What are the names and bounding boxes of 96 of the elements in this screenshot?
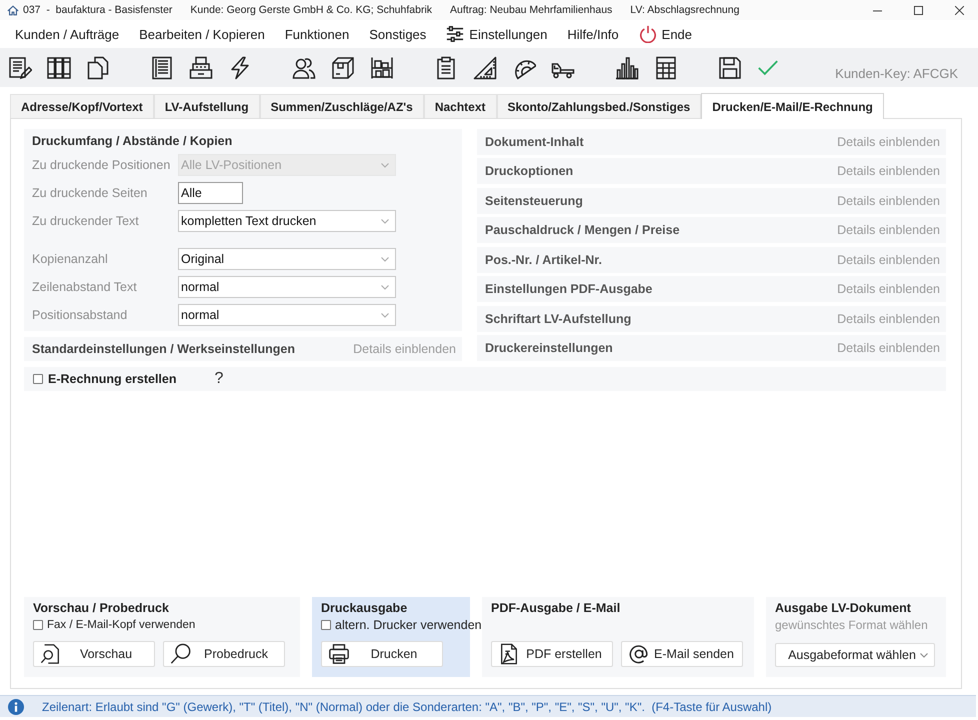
chevron-down-icon — [381, 312, 389, 318]
chevron-down-icon — [381, 162, 389, 168]
chevron-down-icon — [381, 256, 389, 262]
tab[interactable]: LV-Aufstellung — [154, 94, 260, 118]
section-header[interactable]: Seitensteuerung Details einblenden — [477, 188, 946, 214]
copy-icon[interactable] — [86, 56, 110, 80]
field-label: Zu druckende Seiten — [32, 186, 148, 200]
power-icon — [638, 25, 657, 43]
panel-title: Ausgabe LV-Dokument — [775, 600, 912, 617]
customer-key: Kunden-Key: AFCGK — [835, 66, 958, 81]
section-title: Druckereinstellungen — [485, 340, 613, 355]
calculator-icon[interactable] — [654, 56, 678, 80]
checkbox-label: E-Rechnung erstellen — [48, 372, 176, 386]
window-title: Auftrag: Neubau Mehrfamilienhaus — [450, 4, 612, 16]
pdf-document-icon — [498, 643, 520, 665]
people-icon[interactable] — [292, 56, 316, 80]
checkbox[interactable] — [321, 620, 331, 630]
document-magnifier-icon — [40, 643, 62, 665]
binders-icon[interactable] — [47, 56, 71, 80]
section-title: Dokument-Inhalt — [485, 135, 584, 149]
checkbox[interactable] — [33, 374, 43, 384]
menu-item[interactable]: Hilfe/Info — [560, 24, 626, 44]
section-header[interactable]: Einstellungen PDF-Ausgabe Details einblenden — [477, 276, 946, 302]
checkbox[interactable] — [33, 620, 43, 630]
action-button[interactable]: PDF erstellen — [491, 641, 613, 667]
panel-title: PDF-Ausgabe / E-Mail — [491, 600, 622, 617]
select-field[interactable]: Original — [178, 248, 396, 270]
panel-title: Vorschau / Probedruck — [33, 600, 170, 617]
close-icon[interactable] — [955, 6, 964, 14]
select-field[interactable]: normal — [178, 276, 396, 298]
hint-text: gewünschtes Format wählen — [775, 617, 929, 634]
section-header[interactable]: Druckoptionen Details einblenden — [477, 158, 946, 184]
section-header[interactable]: Druckereinstellungen Details einblenden — [477, 334, 946, 361]
select-field[interactable]: normal — [178, 304, 396, 326]
window-title: Kunde: Georg Gerste GmbH & Co. KG; Schuhfabrik — [190, 4, 432, 16]
panel-title: Druckumfang / Abstände / Kopien — [32, 133, 234, 150]
home-icon — [7, 4, 19, 16]
format-dropdown[interactable]: Ausgabeformat wählen — [775, 643, 935, 667]
section-title: Pauschaldruck / Mengen / Preise — [485, 223, 680, 238]
bar-chart-icon[interactable] — [615, 56, 639, 80]
menu-item[interactable]: Bearbeiten / Kopieren — [132, 24, 272, 44]
panel-title: Druckausgabe — [321, 600, 408, 617]
status-text: Zeilenart: Erlaubt sind "G" (Gewerk), "T" (Titel), "N" (Normal) oder die Sonderarten: "A", "B", "P", "E", "S", "U", "K". (F4-Taste für Auswahl) — [42, 700, 772, 714]
section-header[interactable]: Standardeinstellungen / Werkseinstellungen Details einblenden — [24, 337, 462, 361]
input-field[interactable]: Alle — [178, 182, 243, 204]
action-button[interactable]: Vorschau — [33, 641, 155, 667]
menu-item[interactable]: Sonstiges — [362, 24, 434, 44]
shelf-icon[interactable] — [370, 56, 394, 80]
at-sign-icon — [628, 643, 650, 665]
checkbox-label: altern. Drucker verwenden — [335, 618, 482, 632]
chevron-down-icon — [381, 284, 389, 290]
action-button[interactable]: Drucken — [321, 641, 443, 667]
save-icon[interactable] — [718, 56, 742, 80]
action-button[interactable]: Probedruck — [163, 641, 285, 667]
section-title: Pos.-Nr. / Artikel-Nr. — [485, 252, 602, 267]
section-header[interactable]: Dokument-Inhalt Details einblenden — [477, 129, 946, 155]
field-label: Positionsabstand — [32, 308, 128, 322]
section-title: Einstellungen PDF-Ausgabe — [485, 282, 652, 296]
chevron-down-icon — [920, 652, 928, 658]
printer-icon — [328, 643, 350, 665]
section-title: Standardeinstellungen / Werkseinstellungen — [32, 342, 296, 356]
magnifier-icon — [170, 643, 192, 665]
tab[interactable]: Summen/Zuschläge/AZ's — [260, 94, 424, 118]
section-title: Seitensteuerung — [485, 194, 583, 208]
field-label: Kopienanzahl — [32, 252, 109, 266]
field-label: Zeilenabstand Text — [32, 280, 138, 294]
document-edit-icon[interactable] — [8, 56, 32, 80]
cash-register-icon[interactable] — [189, 56, 213, 80]
sliders-icon — [446, 25, 464, 43]
field-label: Zu druckender Text — [32, 214, 140, 228]
section-title: Schriftart LV-Aufstellung — [485, 312, 632, 326]
list-document-icon[interactable] — [150, 56, 174, 80]
checkbox-label: Fax / E-Mail-Kopf verwenden — [47, 618, 196, 630]
section-header[interactable]: Pos.-Nr. / Artikel-Nr. Details einblenden — [477, 246, 946, 273]
menu-item[interactable]: Ende — [632, 23, 700, 45]
chevron-down-icon — [381, 218, 389, 224]
help-mark[interactable]: ? — [214, 370, 224, 388]
field-label: Zu druckende Positionen — [32, 158, 172, 172]
menu-item[interactable]: Kunden / Aufträge — [8, 24, 126, 44]
window-title: 037 - baufaktura - Basisfenster — [23, 4, 172, 16]
tab[interactable]: Skonto/Zahlungsbed./Sonstiges — [496, 94, 702, 118]
section-header[interactable]: Schriftart LV-Aufstellung Details einblenden — [477, 306, 946, 332]
section-header[interactable]: Pauschaldruck / Mengen / Preise Details einblenden — [477, 217, 946, 244]
section-title: Druckoptionen — [485, 164, 574, 178]
tab[interactable]: Adresse/Kopf/Vortext — [10, 94, 154, 118]
menu-item[interactable]: Funktionen — [278, 24, 356, 44]
action-button[interactable]: E-Mail senden — [621, 641, 743, 667]
select-field[interactable]: kompletten Text drucken — [178, 210, 396, 232]
tab[interactable]: Drucken/E-Mail/E-Rechnung — [701, 93, 884, 119]
info-icon — [8, 698, 24, 714]
maximize-icon[interactable] — [914, 6, 923, 14]
window-title: LV: Abschlagsrechnung — [630, 4, 740, 16]
tab[interactable]: Nachtext — [424, 94, 496, 118]
menu-item[interactable]: Einstellungen — [439, 23, 554, 45]
check-icon[interactable] — [757, 58, 779, 76]
box-icon[interactable] — [331, 56, 355, 80]
